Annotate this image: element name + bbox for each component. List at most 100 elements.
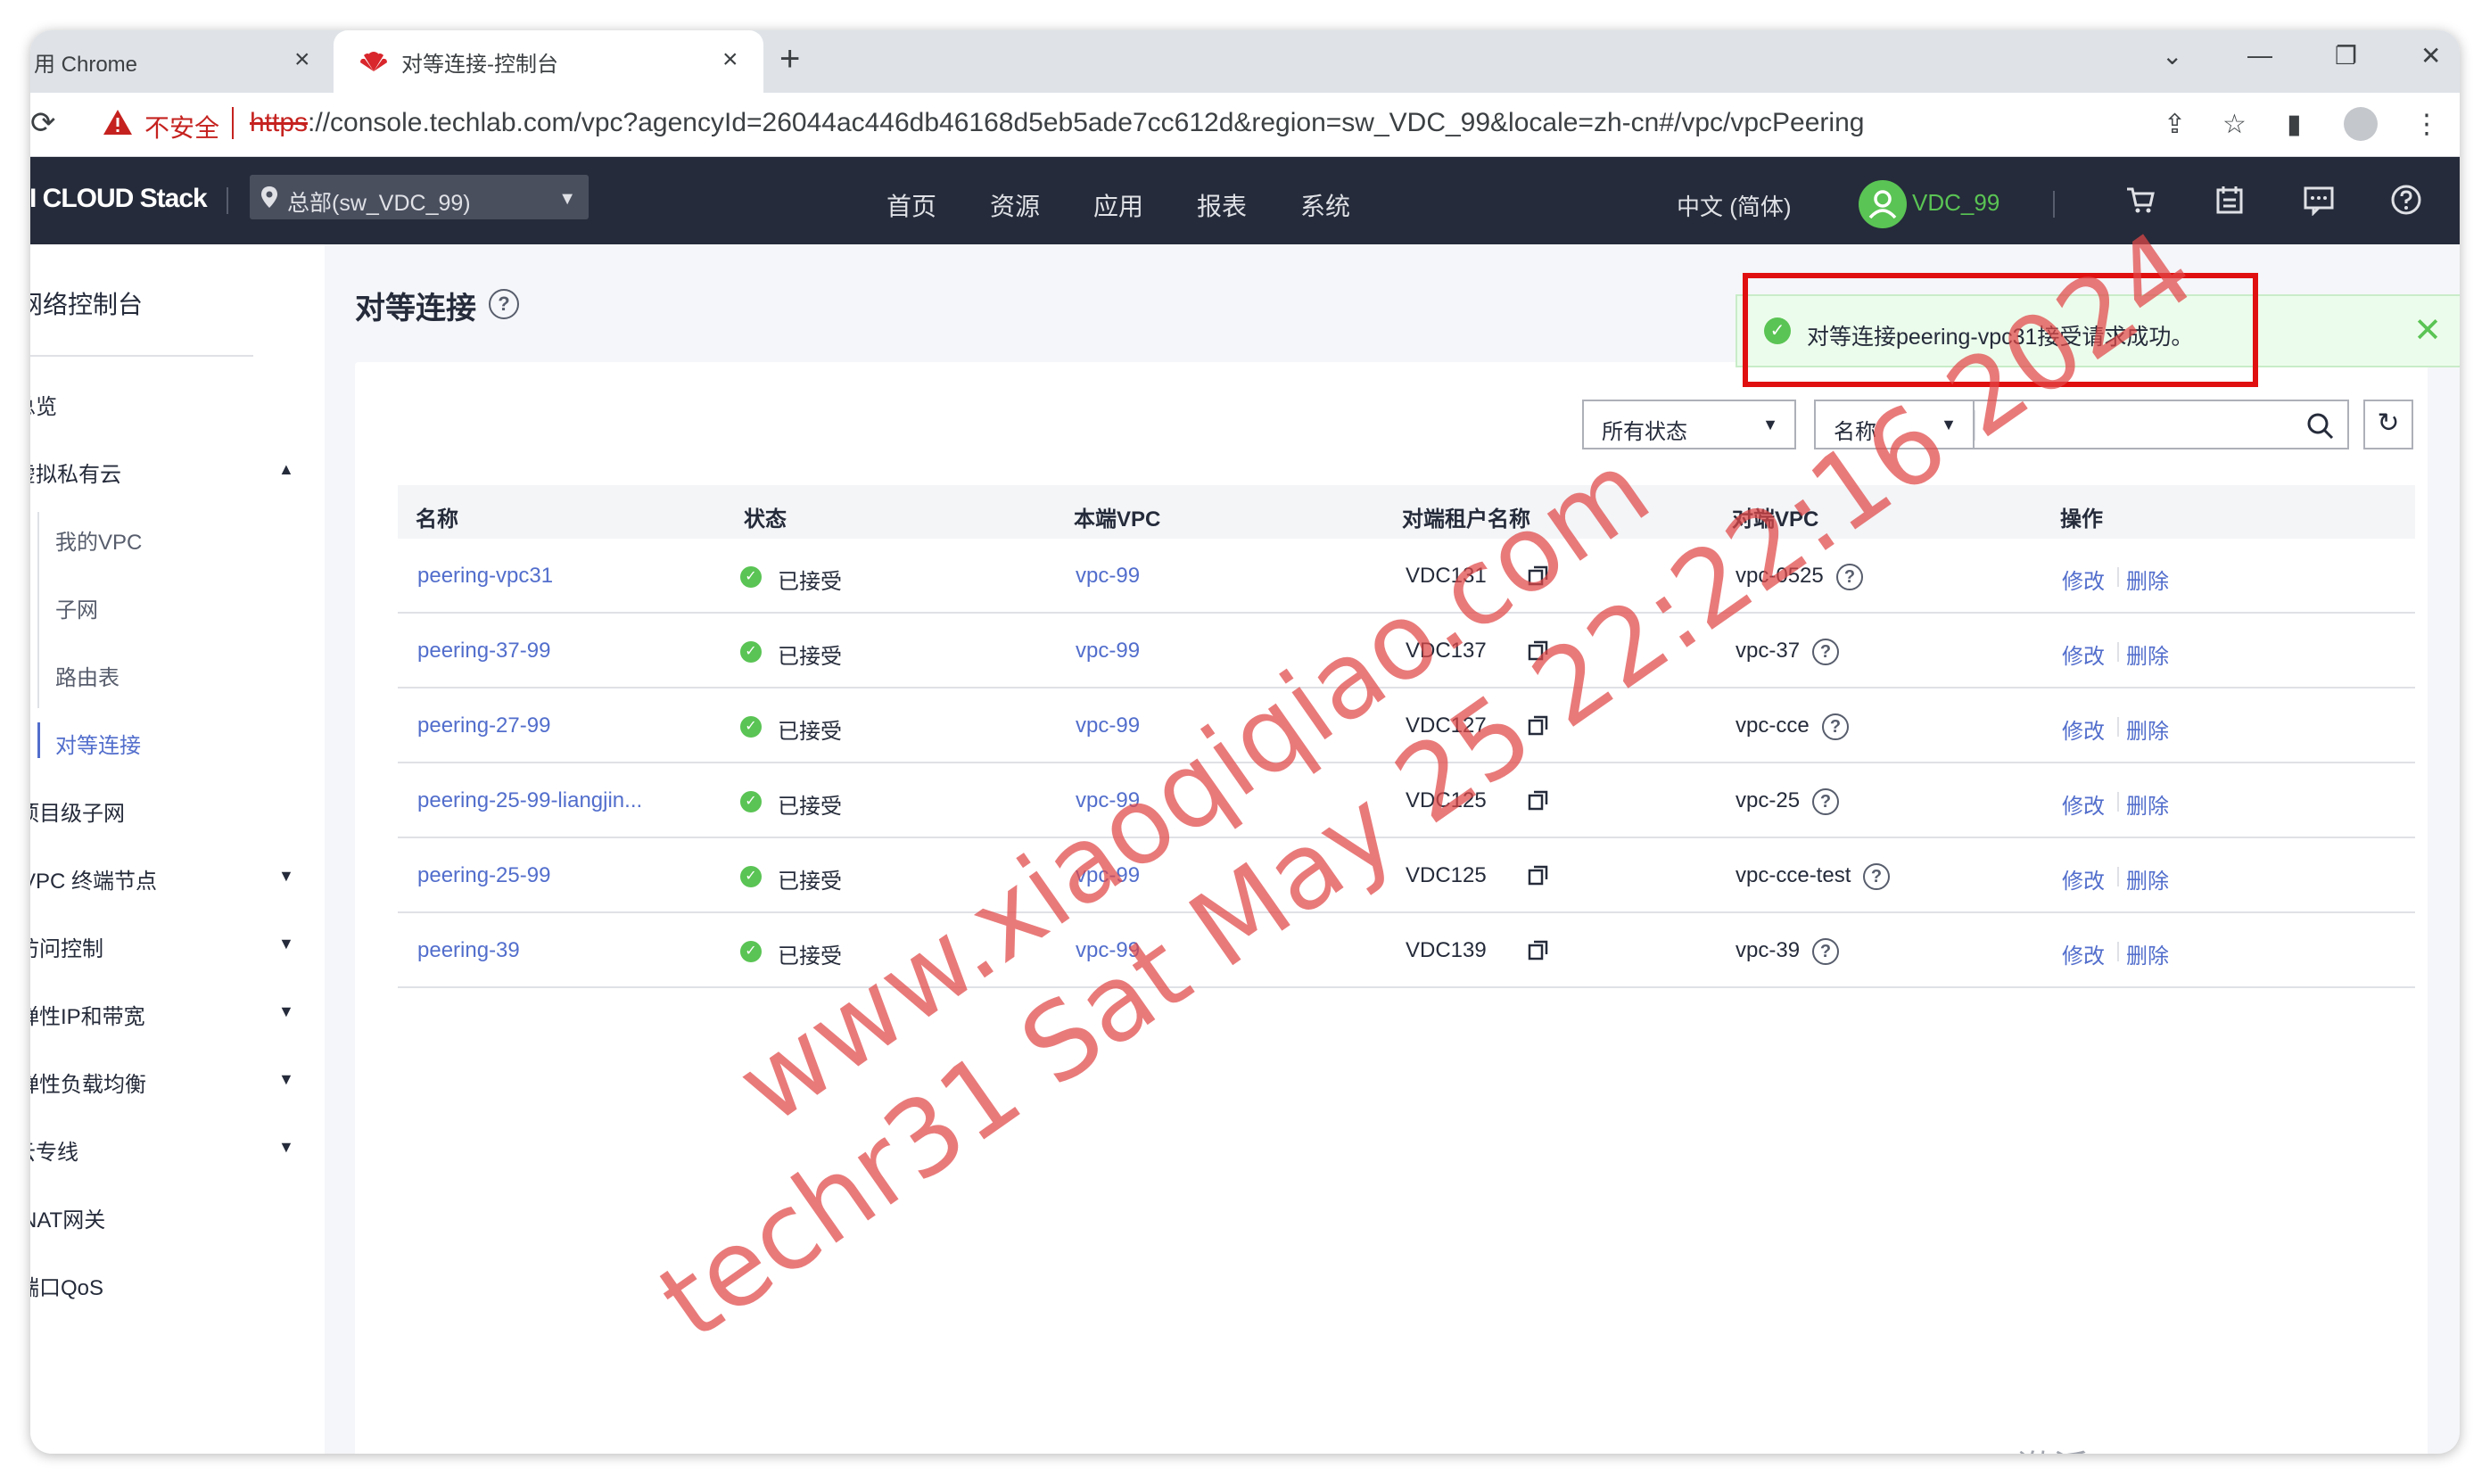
chevron-down-icon[interactable]: ▼ (278, 1138, 294, 1157)
help-icon[interactable]: ? (1812, 938, 1839, 965)
sidebar-item-qos[interactable]: 端口QoS (30, 1270, 103, 1301)
status-accepted-icon: ✓ (740, 716, 762, 738)
sidebar-item-nat[interactable]: NAT网关 (30, 1202, 105, 1233)
new-tab-button[interactable]: + (779, 39, 800, 79)
copy-icon[interactable] (1527, 938, 1550, 961)
tab-console[interactable]: 对等连接-控制台 × (334, 30, 763, 93)
edit-link[interactable]: 修改 (2062, 788, 2105, 820)
delete-link[interactable]: 删除 (2126, 564, 2169, 595)
help-icon[interactable] (2390, 184, 2422, 216)
cart-icon[interactable] (2124, 184, 2156, 216)
sidebar-item-access-control[interactable]: 访问控制 (30, 931, 103, 962)
help-icon[interactable]: ? (1836, 564, 1863, 590)
peering-name-link[interactable]: peering-37-99 (417, 639, 550, 664)
status-filter-select[interactable]: 所有状态 ▼ (1582, 400, 1796, 449)
local-vpc-link[interactable]: vpc-99 (1076, 639, 1140, 664)
nav-resources[interactable]: 资源 (990, 187, 1040, 223)
restore-icon[interactable]: ❐ (2335, 41, 2357, 70)
search-key-select[interactable]: 名称 ▼ (1814, 400, 1973, 449)
delete-link[interactable]: 删除 (2126, 788, 2169, 820)
annotation-highlight-box (1743, 273, 2258, 387)
sidebar-sub-subnet[interactable]: 子网 (55, 592, 98, 623)
sidebar-item-direct-connect[interactable]: 云专线 (30, 1134, 78, 1166)
peering-name-link[interactable]: peering-39 (417, 938, 520, 963)
sidepanel-icon[interactable]: ▮ (2287, 109, 2302, 140)
edit-link[interactable]: 修改 (2062, 713, 2105, 745)
chevron-down-icon[interactable]: ▼ (278, 867, 294, 886)
nav-apps[interactable]: 应用 (1093, 187, 1143, 223)
local-vpc-link[interactable]: vpc-99 (1076, 938, 1140, 963)
star-icon[interactable]: ☆ (2222, 109, 2247, 140)
tab-search-icon[interactable]: ⌄ (2162, 41, 2182, 70)
insecure-label[interactable]: 不安全 (144, 109, 219, 144)
peering-name-link[interactable]: peering-25-99 (417, 863, 550, 888)
reload-icon[interactable]: ⟳ (30, 105, 56, 141)
sidebar-item-project-subnet[interactable]: 项目级子网 (30, 796, 125, 827)
delete-link[interactable]: 删除 (2126, 938, 2169, 969)
table-row: peering-27-99 ✓ 已接受 vpc-99 VDC127 vpc-cce? 修改删… (398, 688, 2415, 763)
sidebar-sub-my-vpc[interactable]: 我的VPC (55, 524, 142, 556)
local-vpc-link[interactable]: vpc-99 (1076, 713, 1140, 738)
refresh-button[interactable]: ↻ (2363, 400, 2413, 449)
copy-icon[interactable] (1527, 788, 1550, 812)
copy-icon[interactable] (1527, 564, 1550, 587)
edit-link[interactable]: 修改 (2062, 863, 2105, 895)
sidebar-item-vpc-endpoint[interactable]: VPC 终端节点 (30, 863, 157, 895)
url-field[interactable]: https://console.techlab.com/vpc?agencyId… (250, 108, 1864, 138)
chevron-down-icon[interactable]: ▼ (278, 1002, 294, 1021)
peering-name-link[interactable]: peering-vpc31 (417, 564, 553, 589)
calendar-icon[interactable] (2214, 184, 2246, 216)
nav-system[interactable]: 系统 (1300, 187, 1350, 223)
region-select[interactable]: 总部(sw_VDC_99) ▼ (250, 175, 589, 219)
user-avatar-icon[interactable] (1859, 180, 1907, 228)
local-vpc-link[interactable]: vpc-99 (1076, 788, 1140, 813)
tab-strip: 用 Chrome × 对等连接-控制台 × + ⌄ — ❐ ✕ (30, 30, 2460, 93)
nav-home[interactable]: 首页 (886, 187, 936, 223)
search-icon[interactable] (2306, 412, 2335, 441)
chevron-down-icon[interactable]: ▼ (278, 935, 294, 953)
sidebar-item-overview[interactable]: 总览 (30, 389, 57, 420)
language-select[interactable]: 中文 (简体) (1677, 189, 1792, 222)
refresh-icon: ↻ (2377, 408, 2400, 438)
help-icon[interactable]: ? (489, 289, 519, 319)
help-icon[interactable]: ? (1812, 788, 1839, 815)
tab-chrome[interactable]: 用 Chrome × (30, 30, 337, 93)
chevron-up-icon[interactable]: ▲ (278, 460, 294, 479)
tab-close-icon[interactable]: × (722, 45, 738, 75)
copy-icon[interactable] (1527, 639, 1550, 662)
more-icon[interactable]: ⋮ (2413, 109, 2440, 140)
local-vpc-link[interactable]: vpc-99 (1076, 564, 1140, 589)
peering-name-link[interactable]: peering-27-99 (417, 713, 550, 738)
copy-icon[interactable] (1527, 863, 1550, 886)
help-icon[interactable]: ? (1863, 863, 1890, 890)
nav-reports[interactable]: 报表 (1197, 187, 1247, 223)
close-window-icon[interactable]: ✕ (2420, 41, 2441, 70)
sidebar-item-vpc[interactable]: 虚拟私有云 (30, 457, 121, 488)
sidebar-item-elb[interactable]: 弹性负载均衡 (30, 1067, 146, 1098)
help-icon[interactable]: ? (1812, 639, 1839, 665)
edit-link[interactable]: 修改 (2062, 938, 2105, 969)
sidebar-sub-peering[interactable]: 对等连接 (55, 728, 141, 759)
copy-icon[interactable] (1527, 713, 1550, 737)
local-vpc-link[interactable]: vpc-99 (1076, 863, 1140, 888)
edit-link[interactable]: 修改 (2062, 639, 2105, 670)
user-name[interactable]: VDC_99 (1912, 189, 1999, 217)
message-icon[interactable] (2303, 184, 2335, 216)
chevron-down-icon: ▼ (1762, 416, 1778, 433)
delete-link[interactable]: 删除 (2126, 713, 2169, 745)
share-icon[interactable]: ⇪ (2164, 109, 2186, 140)
help-icon[interactable]: ? (1822, 713, 1849, 740)
minimize-icon[interactable]: — (2247, 41, 2272, 70)
tab-close-icon[interactable]: × (294, 45, 310, 75)
profile-icon[interactable] (2344, 107, 2378, 141)
chevron-down-icon[interactable]: ▼ (278, 1070, 294, 1089)
close-icon[interactable]: ✕ (2413, 310, 2442, 350)
search-input[interactable] (1973, 400, 2349, 449)
delete-link[interactable]: 删除 (2126, 639, 2169, 670)
peering-name-link[interactable]: peering-25-99-liangjin... (417, 788, 642, 813)
delete-link[interactable]: 删除 (2126, 863, 2169, 895)
edit-link[interactable]: 修改 (2062, 564, 2105, 595)
status-text: 已接受 (778, 645, 842, 669)
sidebar-item-eip[interactable]: 弹性IP和带宽 (30, 999, 145, 1030)
sidebar-sub-route-table[interactable]: 路由表 (55, 660, 120, 691)
